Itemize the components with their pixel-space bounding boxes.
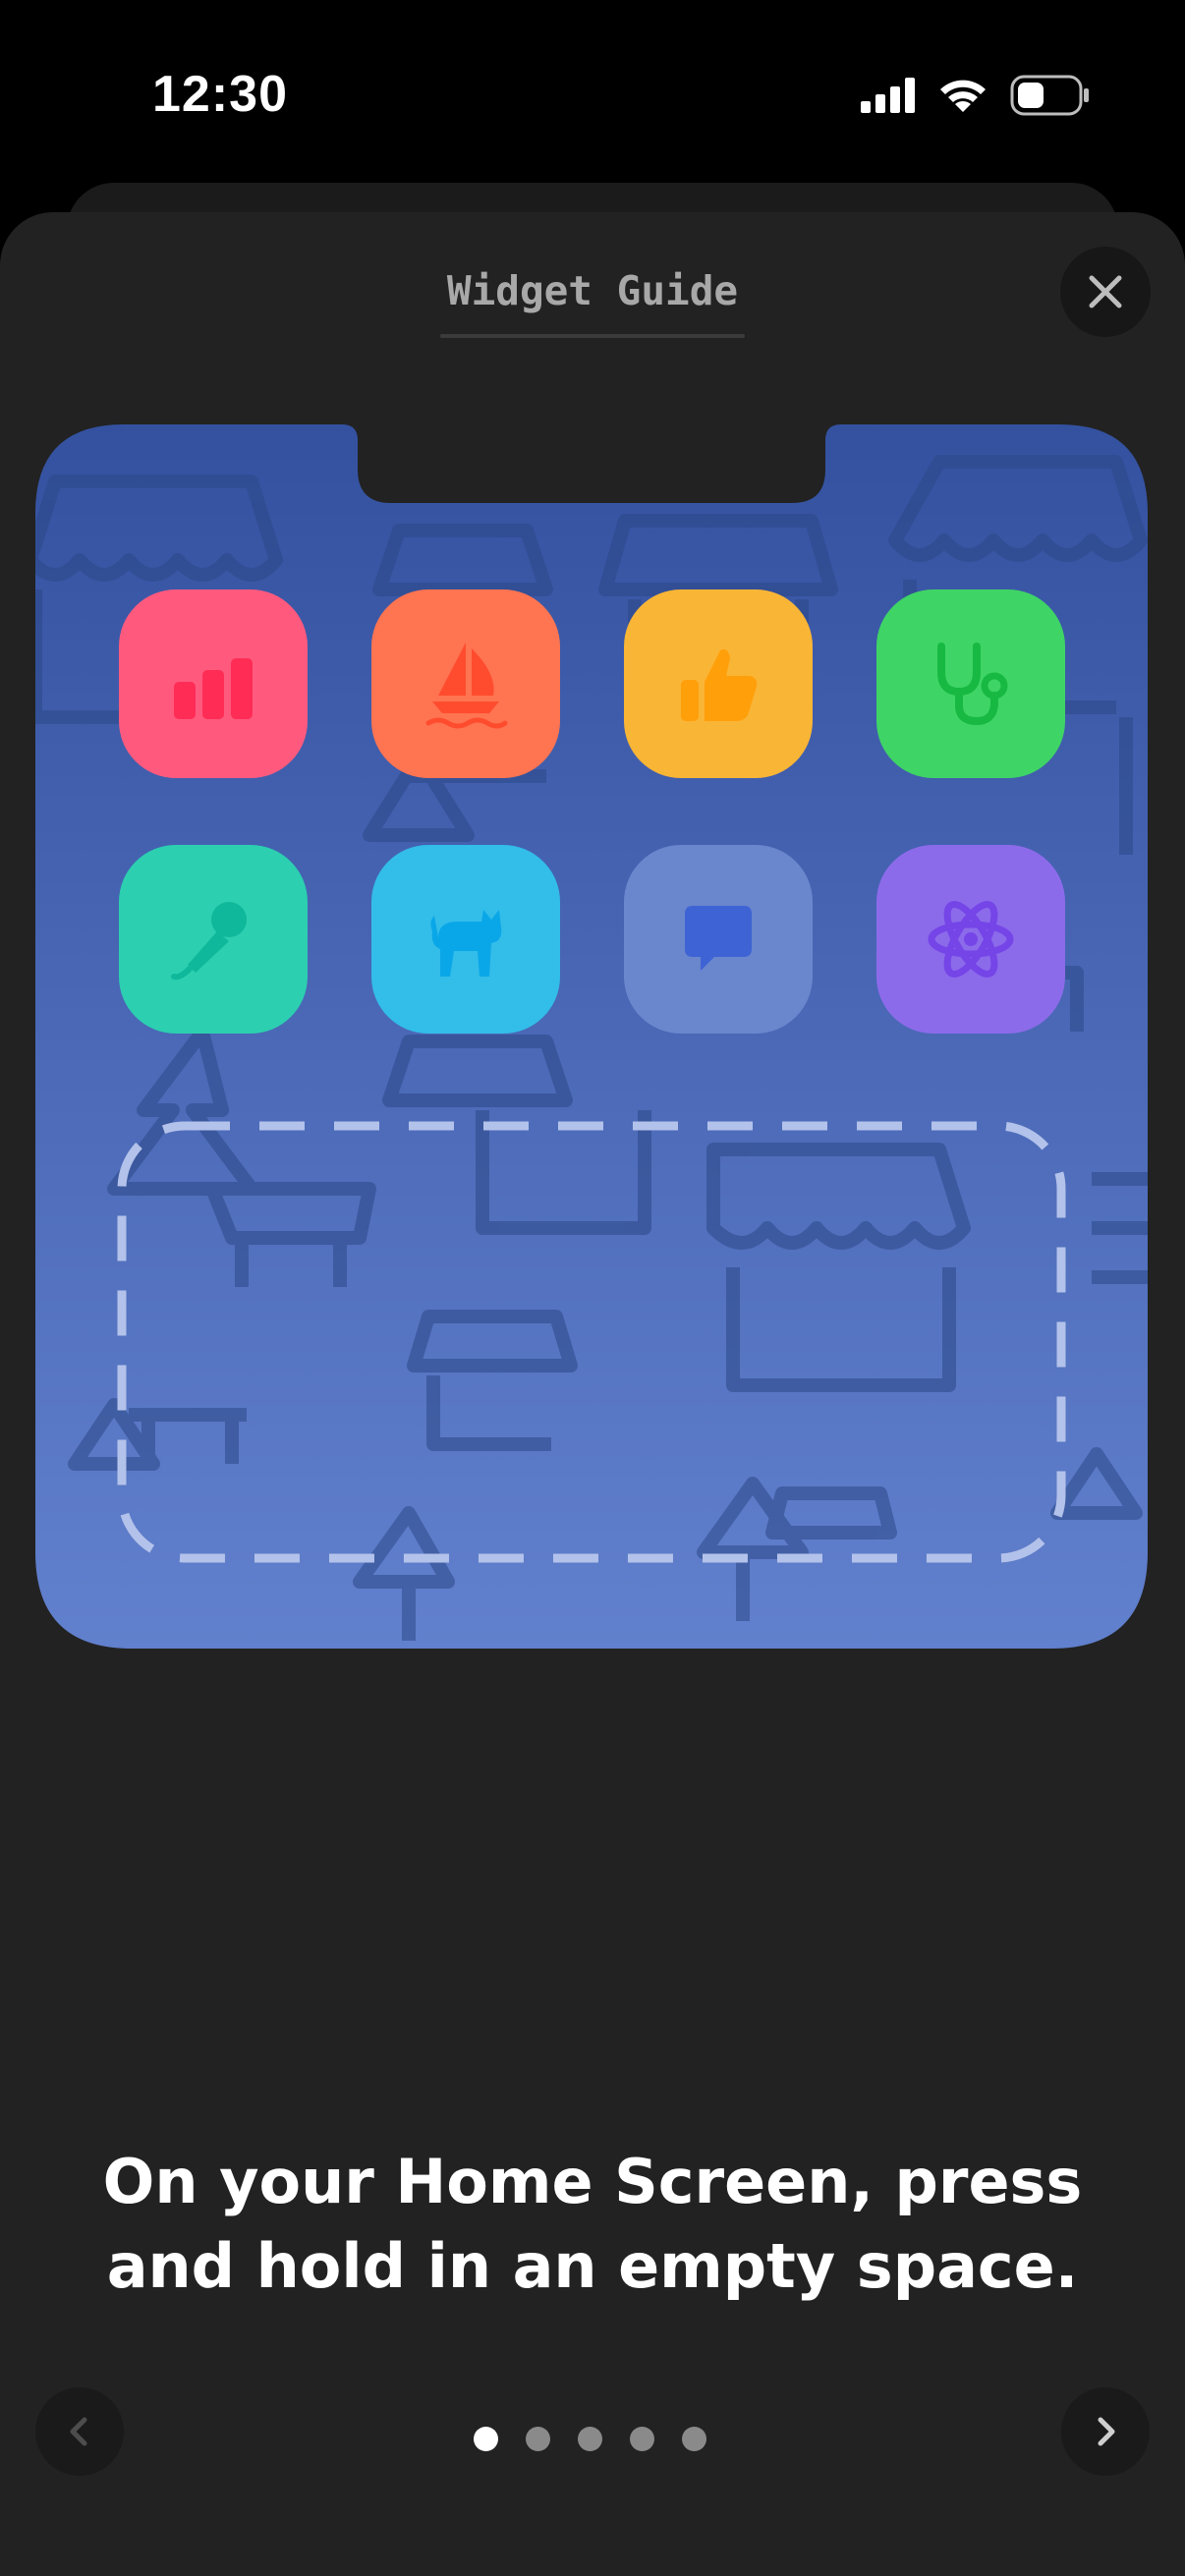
instruction-line-2: and hold in an empty space. bbox=[106, 2230, 1079, 2302]
home-screen-illustration bbox=[35, 422, 1148, 1651]
instruction-text: On your Home Screen, press and hold in a… bbox=[59, 2140, 1126, 2309]
app-icon-cat bbox=[371, 845, 560, 1034]
page-dot[interactable] bbox=[578, 2427, 602, 2451]
status-time: 12:30 bbox=[152, 66, 288, 123]
chat-bubble-icon bbox=[685, 906, 752, 971]
thumbs-up-icon bbox=[681, 649, 758, 721]
app-icon-chart bbox=[119, 589, 308, 778]
sheet-title: Widget Guide bbox=[446, 267, 739, 314]
close-button[interactable] bbox=[1060, 247, 1151, 337]
microphone-icon bbox=[171, 902, 247, 980]
previous-button[interactable] bbox=[35, 2387, 124, 2476]
wifi-icon bbox=[940, 80, 986, 112]
instruction-line-1: On your Home Screen, press bbox=[102, 2146, 1083, 2217]
page-dot[interactable] bbox=[630, 2427, 654, 2451]
status-bar: 12:30 bbox=[0, 0, 1185, 187]
app-icon-atom bbox=[876, 845, 1065, 1034]
next-button[interactable] bbox=[1061, 2387, 1150, 2476]
cellular-signal-icon bbox=[861, 78, 915, 113]
bar-chart-icon bbox=[174, 658, 253, 719]
page-dot[interactable] bbox=[526, 2427, 550, 2451]
close-icon bbox=[1089, 275, 1122, 308]
chevron-right-icon bbox=[1098, 2417, 1115, 2446]
app-icon-thumbs-up bbox=[624, 589, 813, 778]
app-icon-stethoscope bbox=[876, 589, 1065, 778]
battery-icon bbox=[1010, 75, 1089, 116]
page-indicator bbox=[474, 2427, 706, 2451]
stethoscope-icon bbox=[937, 643, 1008, 726]
app-icon-sailboat bbox=[371, 589, 560, 778]
page-dot[interactable] bbox=[474, 2427, 498, 2451]
app-icon-microphone bbox=[119, 845, 308, 1034]
chevron-left-icon bbox=[70, 2417, 87, 2446]
cat-icon bbox=[430, 910, 502, 977]
status-icons bbox=[861, 73, 1091, 118]
page-dot[interactable] bbox=[682, 2427, 706, 2451]
sailboat-icon bbox=[425, 643, 508, 729]
atom-icon bbox=[928, 901, 1014, 978]
title-underline bbox=[440, 334, 745, 338]
app-icon-chat bbox=[624, 845, 813, 1034]
